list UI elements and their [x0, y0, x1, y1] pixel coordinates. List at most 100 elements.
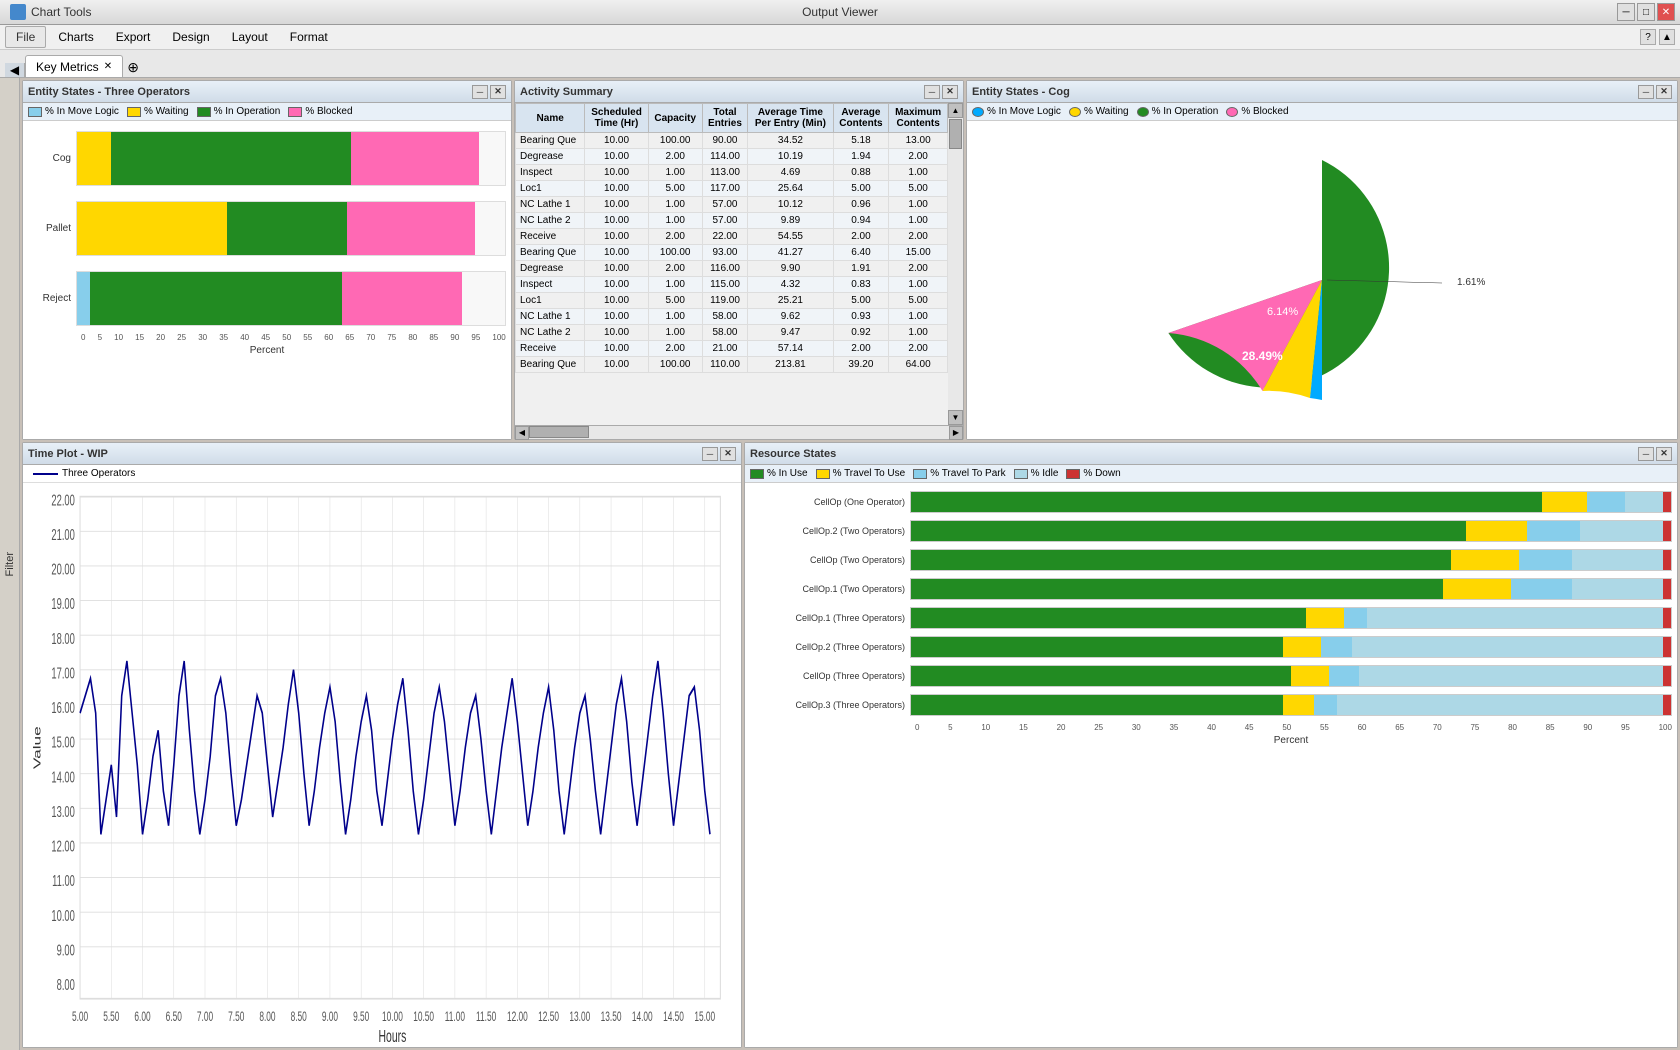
- table-header-row: Name ScheduledTime (Hr) Capacity TotalEn…: [516, 104, 948, 133]
- entity-states-minimize[interactable]: ─: [472, 85, 488, 99]
- activity-content: Name ScheduledTime (Hr) Capacity TotalEn…: [515, 103, 963, 425]
- scroll-up[interactable]: ▲: [948, 103, 963, 118]
- table-cell: 6.40: [833, 245, 889, 261]
- scroll-down[interactable]: ▼: [948, 410, 963, 425]
- legend-in-operation: % In Operation: [197, 106, 281, 117]
- activity-hscrollbar[interactable]: ◀ ▶: [515, 425, 963, 439]
- table-cell: 213.81: [748, 357, 833, 373]
- cog-close[interactable]: ✕: [1656, 85, 1672, 99]
- res-bar-6: [910, 636, 1672, 658]
- legend-waiting: % Waiting: [127, 106, 189, 117]
- activity-summary-header: Activity Summary ─ ✕: [515, 81, 963, 103]
- svg-text:11.00: 11.00: [445, 1010, 465, 1025]
- cog-waiting: [77, 132, 111, 185]
- menu-design[interactable]: Design: [162, 27, 219, 47]
- menu-format[interactable]: Format: [280, 27, 338, 47]
- table-cell: NC Lathe 2: [516, 325, 585, 341]
- window-title-left: Chart Tools: [31, 5, 91, 19]
- res-legend-down: % Down: [1066, 468, 1120, 479]
- activity-close[interactable]: ✕: [942, 85, 958, 99]
- minimize-button[interactable]: ─: [1617, 3, 1635, 21]
- window-controls[interactable]: ─ □ ✕: [1617, 3, 1675, 21]
- entity-states-legend: % In Move Logic % Waiting % In Operation…: [23, 103, 511, 121]
- table-cell: NC Lathe 1: [516, 197, 585, 213]
- table-cell: 10.00: [585, 197, 648, 213]
- tab-close-button[interactable]: ✕: [104, 61, 112, 72]
- activity-table-body: Bearing Que10.00100.0090.0034.525.1813.0…: [516, 133, 948, 373]
- table-cell: 13.00: [889, 133, 948, 149]
- close-button[interactable]: ✕: [1657, 3, 1675, 21]
- table-cell: 2.00: [833, 229, 889, 245]
- minimize-ribbon-icon[interactable]: ▲: [1659, 29, 1675, 45]
- menu-file[interactable]: File: [5, 26, 46, 48]
- help-icon[interactable]: ?: [1640, 29, 1656, 45]
- scroll-thumb[interactable]: [949, 119, 962, 149]
- entity-cog-header: Entity States - Cog ─ ✕: [967, 81, 1677, 103]
- tab-key-metrics[interactable]: Key Metrics ✕: [25, 55, 123, 77]
- cog-pie-container: 63.76% 28.49% 6.14% 1.61%: [967, 121, 1677, 439]
- svg-text:13.00: 13.00: [569, 1010, 590, 1025]
- table-cell: 9.62: [748, 309, 833, 325]
- res-legend-inuse: % In Use: [750, 468, 808, 479]
- cog-minimize[interactable]: ─: [1638, 85, 1654, 99]
- res-label-4: CellOp.1 (Two Operators): [750, 584, 910, 594]
- entity-x-title: Percent: [28, 345, 506, 356]
- table-row: Receive10.002.0021.0057.142.002.00: [516, 341, 948, 357]
- activity-table-wrapper[interactable]: Name ScheduledTime (Hr) Capacity TotalEn…: [515, 103, 948, 425]
- table-cell: 5.00: [889, 181, 948, 197]
- app-icon: [10, 4, 26, 20]
- activity-minimize[interactable]: ─: [924, 85, 940, 99]
- menu-export[interactable]: Export: [106, 27, 161, 47]
- cog-legend-blocked: % Blocked: [1226, 106, 1288, 117]
- hscroll-left[interactable]: ◀: [515, 426, 529, 440]
- svg-text:14.50: 14.50: [663, 1010, 684, 1025]
- table-cell: 2.00: [833, 341, 889, 357]
- table-cell: 10.00: [585, 357, 648, 373]
- resource-controls[interactable]: ─ ✕: [1638, 447, 1672, 461]
- svg-text:7.50: 7.50: [228, 1010, 244, 1025]
- time-plot-controls[interactable]: ─ ✕: [702, 447, 736, 461]
- res-row-6: CellOp.2 (Three Operators): [750, 636, 1672, 658]
- time-plot-minimize[interactable]: ─: [702, 447, 718, 461]
- table-cell: 54.55: [748, 229, 833, 245]
- menu-charts[interactable]: Charts: [48, 27, 103, 47]
- table-cell: 5.00: [889, 293, 948, 309]
- table-cell: 10.00: [585, 245, 648, 261]
- svg-text:8.50: 8.50: [291, 1010, 307, 1025]
- bar-row-cog: Cog: [28, 131, 506, 186]
- table-cell: 10.00: [585, 149, 648, 165]
- window-title-center: Output Viewer: [802, 5, 878, 19]
- table-cell: Loc1: [516, 293, 585, 309]
- table-cell: 4.69: [748, 165, 833, 181]
- table-cell: 2.00: [889, 229, 948, 245]
- time-plot-close[interactable]: ✕: [720, 447, 736, 461]
- activity-controls[interactable]: ─ ✕: [924, 85, 958, 99]
- resource-close[interactable]: ✕: [1656, 447, 1672, 461]
- res-bar-1: [910, 491, 1672, 513]
- tab-nav-left[interactable]: ◀: [5, 63, 25, 77]
- bottom-row: Time Plot - WIP ─ ✕ Three Operators: [22, 442, 1678, 1048]
- res-bar-8: [910, 694, 1672, 716]
- table-cell: 5.00: [833, 293, 889, 309]
- entity-x-axis: 0510152025303540455055606570758085909510…: [28, 333, 506, 342]
- table-cell: 93.00: [702, 245, 748, 261]
- table-row: Bearing Que10.00100.0093.0041.276.4015.0…: [516, 245, 948, 261]
- res-label-7: CellOp (Three Operators): [750, 671, 910, 681]
- resource-legend: % In Use % Travel To Use % Travel To Par…: [745, 465, 1677, 483]
- cog-controls[interactable]: ─ ✕: [1638, 85, 1672, 99]
- hscroll-right[interactable]: ▶: [949, 426, 963, 440]
- new-tab-button[interactable]: ⊕: [123, 57, 143, 77]
- svg-text:11.50: 11.50: [476, 1010, 496, 1025]
- table-row: NC Lathe 110.001.0057.0010.120.961.00: [516, 197, 948, 213]
- menu-layout[interactable]: Layout: [222, 27, 278, 47]
- scroll-track[interactable]: [948, 118, 963, 410]
- table-cell: 0.94: [833, 213, 889, 229]
- hscroll-track[interactable]: [529, 426, 949, 439]
- resource-minimize[interactable]: ─: [1638, 447, 1654, 461]
- entity-states-controls[interactable]: ─ ✕: [472, 85, 506, 99]
- activity-scrollbar[interactable]: ▲ ▼: [948, 103, 963, 425]
- bar-row-pallet: Pallet: [28, 201, 506, 256]
- entity-states-close[interactable]: ✕: [490, 85, 506, 99]
- hscroll-thumb[interactable]: [529, 426, 589, 438]
- maximize-button[interactable]: □: [1637, 3, 1655, 21]
